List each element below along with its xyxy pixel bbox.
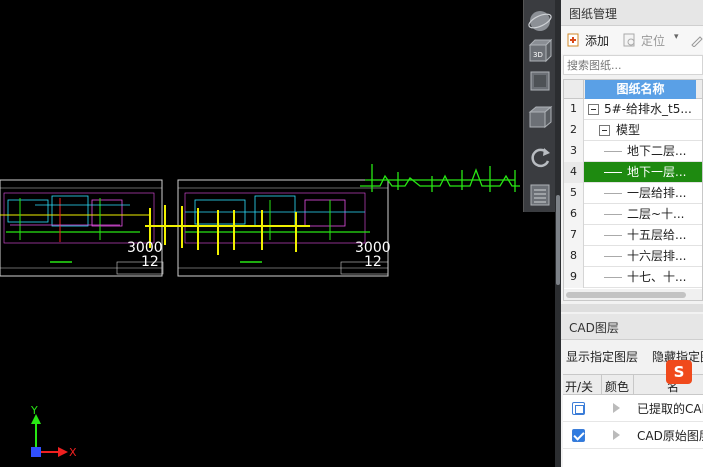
sheet-left [0,179,164,277]
row-number: 2 [564,120,584,141]
drawing-name: 地下二层... [627,144,687,158]
layers-stack-icon[interactable] [527,182,553,208]
color-expand-icon[interactable] [613,430,620,440]
axis-x-label: X [69,446,77,459]
row-number: 6 [564,204,584,225]
table-row-selected[interactable]: 4 地下一层... [564,162,702,183]
dim-label: 12 [141,254,159,270]
layer-toggle-checkbox[interactable] [572,402,585,415]
show-layer-button[interactable]: 显示指定图层 [566,348,638,365]
table-row[interactable]: 1 5#-给排水_t5... [564,99,702,120]
column-header-onoff: 开/关 [565,380,594,394]
row-number: 8 [564,246,584,267]
drawing-name: 二层~十... [627,207,685,221]
drawing-name: 5#-给排水_t5... [604,102,692,116]
cad-layer-table: 开/关 颜色 名 已提取的CAD CAD原始图层 [563,374,703,467]
rotate-icon[interactable] [527,144,553,170]
view-iso-icon[interactable] [527,104,553,130]
column-divider [633,375,634,395]
chevron-down-icon: ▾ [674,32,679,42]
ucs-axis-icon: Y X [30,404,77,459]
add-label: 添加 [585,34,610,48]
table-row[interactable]: 8 十六层排... [564,246,702,267]
layer-toggle-checkbox[interactable] [572,429,585,442]
axis-y-label: Y [30,404,38,417]
tree-connector [604,214,622,215]
tree-connector [604,193,622,194]
drawing-name: 模型 [616,123,641,137]
collapse-icon[interactable] [599,125,610,136]
side-panel: 图纸管理 添加 定位 ▾ 图纸名称 1 [561,0,703,467]
cad-canvas[interactable]: 3000 12 3000 12 Y X [0,0,523,467]
drawing-name: 一层给排... [627,186,687,200]
scrollbar-thumb[interactable] [566,292,686,298]
sheet-right [177,179,389,277]
globe-icon[interactable] [527,8,553,34]
layer-name: 已提取的CAD [637,402,703,416]
table-row[interactable]: 9 十七、十... [564,267,702,288]
locate-icon [623,33,635,47]
add-icon [567,33,579,47]
cad-panel-title: CAD图层 [561,314,703,340]
edit-icon[interactable] [690,31,703,49]
row-number-header [564,80,584,99]
row-number: 3 [564,141,584,162]
locate-button[interactable]: 定位 ▾ [623,31,683,49]
row-number: 5 [564,183,584,204]
drawing-panel-title: 图纸管理 [561,0,703,26]
view-front-icon[interactable] [527,68,553,94]
tree-connector [604,235,622,236]
yellow-column-marks [145,205,310,255]
dimension-text: 3000 12 3000 12 [127,240,391,270]
drawing-name: 十六层排... [627,249,687,263]
drawing-toolbar: 添加 定位 ▾ [561,26,703,54]
row-number: 9 [564,267,584,288]
layer-name: CAD原始图层 [637,429,703,443]
view-3d-text: 3D [533,51,543,59]
ime-badge-icon[interactable]: S [666,360,692,384]
view-3d-icon[interactable]: 3D [527,38,553,64]
drawing-viewport: 3000 12 3000 12 Y X [0,164,520,459]
panel-divider[interactable] [561,304,703,312]
tree-connector [604,256,622,257]
horizontal-scrollbar[interactable] [564,289,702,300]
tree-connector [604,277,622,278]
tree-connector [604,172,622,173]
table-row[interactable]: 3 地下二层... [564,141,702,162]
drawing-name: 十七、十... [627,270,687,284]
locate-label: 定位 [641,34,666,48]
table-row[interactable]: 2 模型 [564,120,702,141]
column-header-color: 颜色 [605,380,630,394]
drawing-search-input[interactable] [563,55,703,75]
add-button[interactable]: 添加 [567,31,619,49]
drawing-name: 地下一层... [627,165,687,179]
drawing-table: 图纸名称 1 5#-给排水_t5... 2 模型 3 地下二层... 4 地下一… [563,79,703,301]
table-row[interactable]: 7 十五层给... [564,225,702,246]
column-divider [601,375,602,395]
table-row[interactable]: 5 一层给排... [564,183,702,204]
layer-row[interactable]: CAD原始图层 [563,422,703,449]
row-number: 1 [564,99,584,120]
row-number: 7 [564,225,584,246]
drawing-table-header: 图纸名称 [564,80,702,99]
row-number: 4 [564,162,584,183]
dim-label: 12 [364,254,382,270]
layer-row[interactable]: 已提取的CAD [563,395,703,422]
app-window: 3000 12 3000 12 Y X 3D 图纸管理 添加 定位 ▾ 搜索图纸… [0,0,703,467]
collapse-icon[interactable] [588,104,599,115]
drawing-name: 十五层给... [627,228,687,242]
splitter-grip[interactable] [556,195,560,285]
column-header-name[interactable]: 图纸名称 [585,80,696,99]
view-toolbar: 3D [523,0,555,212]
table-row[interactable]: 6 二层~十... [564,204,702,225]
color-expand-icon[interactable] [613,403,620,413]
tree-connector [604,151,622,152]
